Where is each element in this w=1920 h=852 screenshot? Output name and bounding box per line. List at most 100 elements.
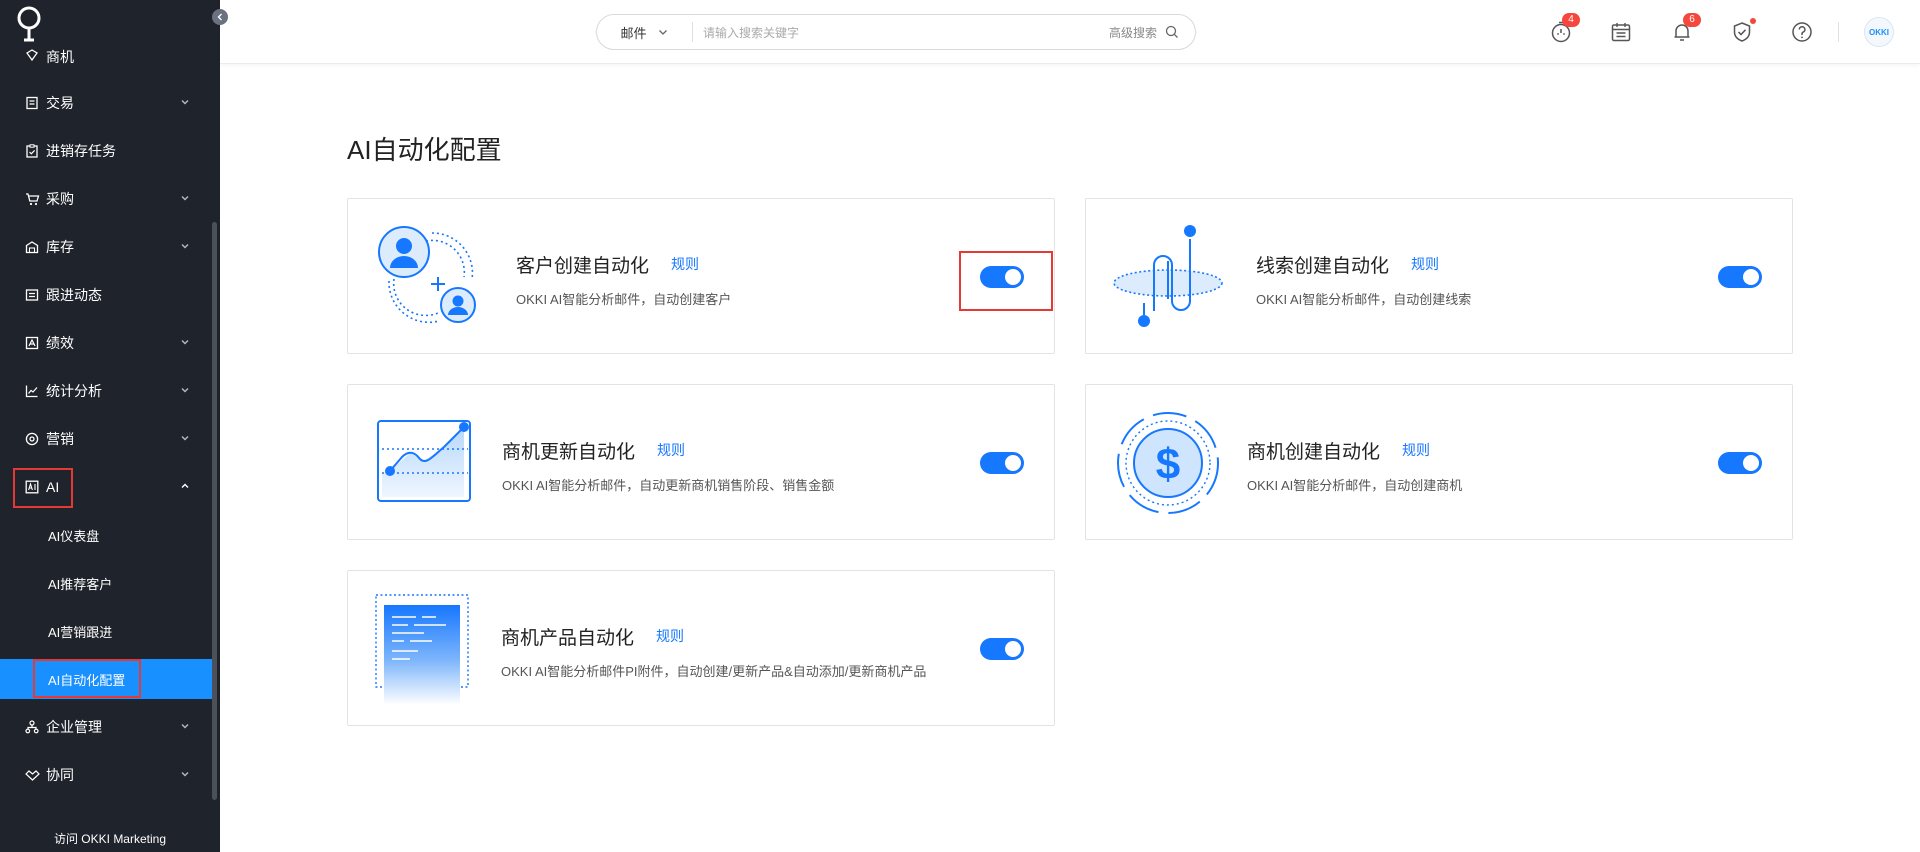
sidebar-subitem-ai-recommend[interactable]: AI推荐客户 [0, 563, 212, 603]
advanced-search-link[interactable]: 高级搜索 [1109, 24, 1157, 41]
list-icon [24, 287, 40, 303]
shield-check-icon [1733, 22, 1751, 42]
sidebar-item-analytics[interactable]: 统计分析 [0, 367, 212, 415]
collapse-sidebar-button[interactable] [212, 9, 228, 25]
sidebar-item-performance[interactable]: 绩效 [0, 319, 212, 367]
page-title: AI自动化配置 [347, 135, 502, 165]
sidebar-item-label: 企业管理 [46, 719, 102, 735]
sidebar-item-purchase[interactable]: 采购 [0, 175, 212, 223]
sidebar-subitem-label: AI自动化配置 [48, 672, 126, 688]
sidebar-subitem-ai-dashboard[interactable]: AI仪表盘 [0, 515, 212, 555]
user-avatar[interactable]: OKKI [1864, 17, 1894, 47]
rule-link[interactable]: 规则 [657, 440, 685, 460]
sidebar-item-inventory-task[interactable]: 进销存任务 [0, 127, 212, 175]
card-description: OKKI AI智能分析邮件PI附件，自动创建/更新产品&自动添加/更新商机产品 [501, 664, 927, 679]
security-alert-dot [1750, 18, 1756, 24]
help-icon [1792, 22, 1812, 42]
automation-card-customer-create: 客户创建自动化 规则 OKKI AI智能分析邮件，自动创建客户 [347, 198, 1055, 354]
global-search-bar[interactable]: 邮件 请输入搜索关键字 高级搜索 [596, 14, 1196, 50]
automation-card-lead-create: 线索创建自动化 规则 OKKI AI智能分析邮件，自动创建线索 [1085, 198, 1793, 354]
notifications-button[interactable]: 6 [1669, 13, 1701, 45]
opportunity-update-illustration-icon [377, 420, 471, 502]
sidebar-item-label: AI [46, 479, 60, 495]
chevron-down-icon [181, 436, 189, 441]
sidebar-subitem-label: AI营销跟进 [48, 624, 113, 640]
chevron-down-icon [181, 340, 189, 345]
sidebar-item-marketing[interactable]: 营销 [0, 415, 212, 463]
sidebar-item-label: 库存 [46, 239, 74, 255]
card-description: OKKI AI智能分析邮件，自动创建客户 [516, 292, 732, 307]
sidebar-item-label: 进销存任务 [46, 143, 116, 159]
sidebar-item-label: 跟进动态 [46, 287, 102, 303]
timer-badge: 4 [1562, 13, 1580, 27]
timer-button[interactable]: 4 [1548, 13, 1580, 45]
ai-icon [24, 479, 40, 495]
sidebar-item-followup[interactable]: 跟进动态 [0, 271, 212, 319]
sidebar-item-opportunity[interactable]: 商机 [0, 33, 212, 81]
sidebar-item-enterprise[interactable]: 企业管理 [0, 703, 212, 751]
search-icon[interactable] [1165, 25, 1179, 39]
automation-card-opportunity-update: 商机更新自动化 规则 OKKI AI智能分析邮件，自动更新商机销售阶段、销售金额 [347, 384, 1055, 540]
automation-card-opportunity-product: 商机产品自动化 规则 OKKI AI智能分析邮件PI附件，自动创建/更新产品&自… [347, 570, 1055, 726]
sidebar-item-label: 采购 [46, 191, 74, 207]
svg-text:$: $ [1156, 440, 1180, 489]
card-description: OKKI AI智能分析邮件，自动更新商机销售阶段、销售金额 [502, 478, 835, 493]
opportunity-update-toggle[interactable] [980, 452, 1024, 474]
line-chart-icon [24, 383, 40, 399]
dollar-coin-illustration-icon: $ [1117, 412, 1219, 514]
card-description: OKKI AI智能分析邮件，自动创建商机 [1247, 478, 1463, 493]
rule-link[interactable]: 规则 [1402, 440, 1430, 460]
calendar-button[interactable] [1608, 19, 1634, 45]
sidebar-item-ai[interactable]: AI [0, 463, 212, 511]
sidebar-item-label: 商机 [46, 49, 74, 65]
sidebar: 商机 交易 进销存任务 采购 库存 跟进动态 绩效 统计分析 营销 AI AI仪… [0, 0, 220, 852]
lead-create-illustration-icon [1113, 225, 1223, 327]
chevron-down-icon [181, 388, 189, 393]
search-scope-select[interactable]: 邮件 [597, 22, 693, 42]
sidebar-item-transaction[interactable]: 交易 [0, 79, 212, 127]
chevron-down-icon [181, 244, 189, 249]
notifications-badge: 6 [1683, 13, 1701, 27]
security-button[interactable] [1729, 18, 1756, 45]
chevron-down-icon [181, 772, 189, 777]
sidebar-item-label: 交易 [46, 95, 74, 111]
sidebar-subitem-ai-automation[interactable]: AI自动化配置 [0, 659, 212, 699]
card-title: 商机产品自动化 [501, 628, 635, 649]
chevron-down-icon [181, 196, 189, 201]
lead-create-toggle[interactable] [1718, 266, 1762, 288]
sidebar-item-label: 绩效 [46, 335, 74, 351]
chevron-down-icon [181, 724, 189, 729]
opportunity-product-toggle[interactable] [980, 638, 1024, 660]
rule-link[interactable]: 规则 [656, 626, 684, 646]
handshake-icon [24, 767, 40, 783]
sidebar-item-label: 统计分析 [46, 383, 102, 399]
clipboard-check-icon [24, 143, 40, 159]
help-button[interactable] [1789, 19, 1815, 45]
sidebar-subitem-label: AI推荐客户 [48, 576, 113, 592]
chevron-down-icon [658, 30, 667, 35]
chevron-up-icon [181, 483, 189, 488]
opportunity-icon [24, 47, 40, 63]
opportunity-create-toggle[interactable] [1718, 452, 1762, 474]
warehouse-icon [24, 239, 40, 255]
visit-okki-marketing-link[interactable]: 访问 OKKI Marketing [0, 830, 220, 847]
search-scope-label: 邮件 [620, 25, 647, 41]
sidebar-item-collaboration[interactable]: 协同 [0, 751, 212, 799]
sidebar-scrollbar[interactable] [212, 222, 217, 800]
card-title: 商机创建自动化 [1247, 442, 1381, 463]
rule-link[interactable]: 规则 [671, 254, 699, 274]
target-icon [24, 431, 40, 447]
sidebar-subitem-label: AI仪表盘 [48, 528, 100, 544]
rule-link[interactable]: 规则 [1411, 254, 1439, 274]
customer-create-toggle[interactable] [980, 266, 1024, 288]
product-document-illustration-icon [375, 594, 469, 705]
card-title: 商机更新自动化 [502, 442, 636, 463]
cart-icon [24, 191, 40, 207]
chevron-left-icon [217, 13, 222, 21]
sidebar-subitem-ai-marketing[interactable]: AI营销跟进 [0, 611, 212, 651]
sidebar-item-stock[interactable]: 库存 [0, 223, 212, 271]
card-description: OKKI AI智能分析邮件，自动创建线索 [1256, 292, 1472, 307]
sidebar-item-label: 营销 [46, 431, 74, 447]
search-input[interactable]: 请输入搜索关键字 [693, 24, 1109, 41]
automation-card-opportunity-create: $ 商机创建自动化 规则 OKKI AI智能分析邮件，自动创建商机 [1085, 384, 1793, 540]
